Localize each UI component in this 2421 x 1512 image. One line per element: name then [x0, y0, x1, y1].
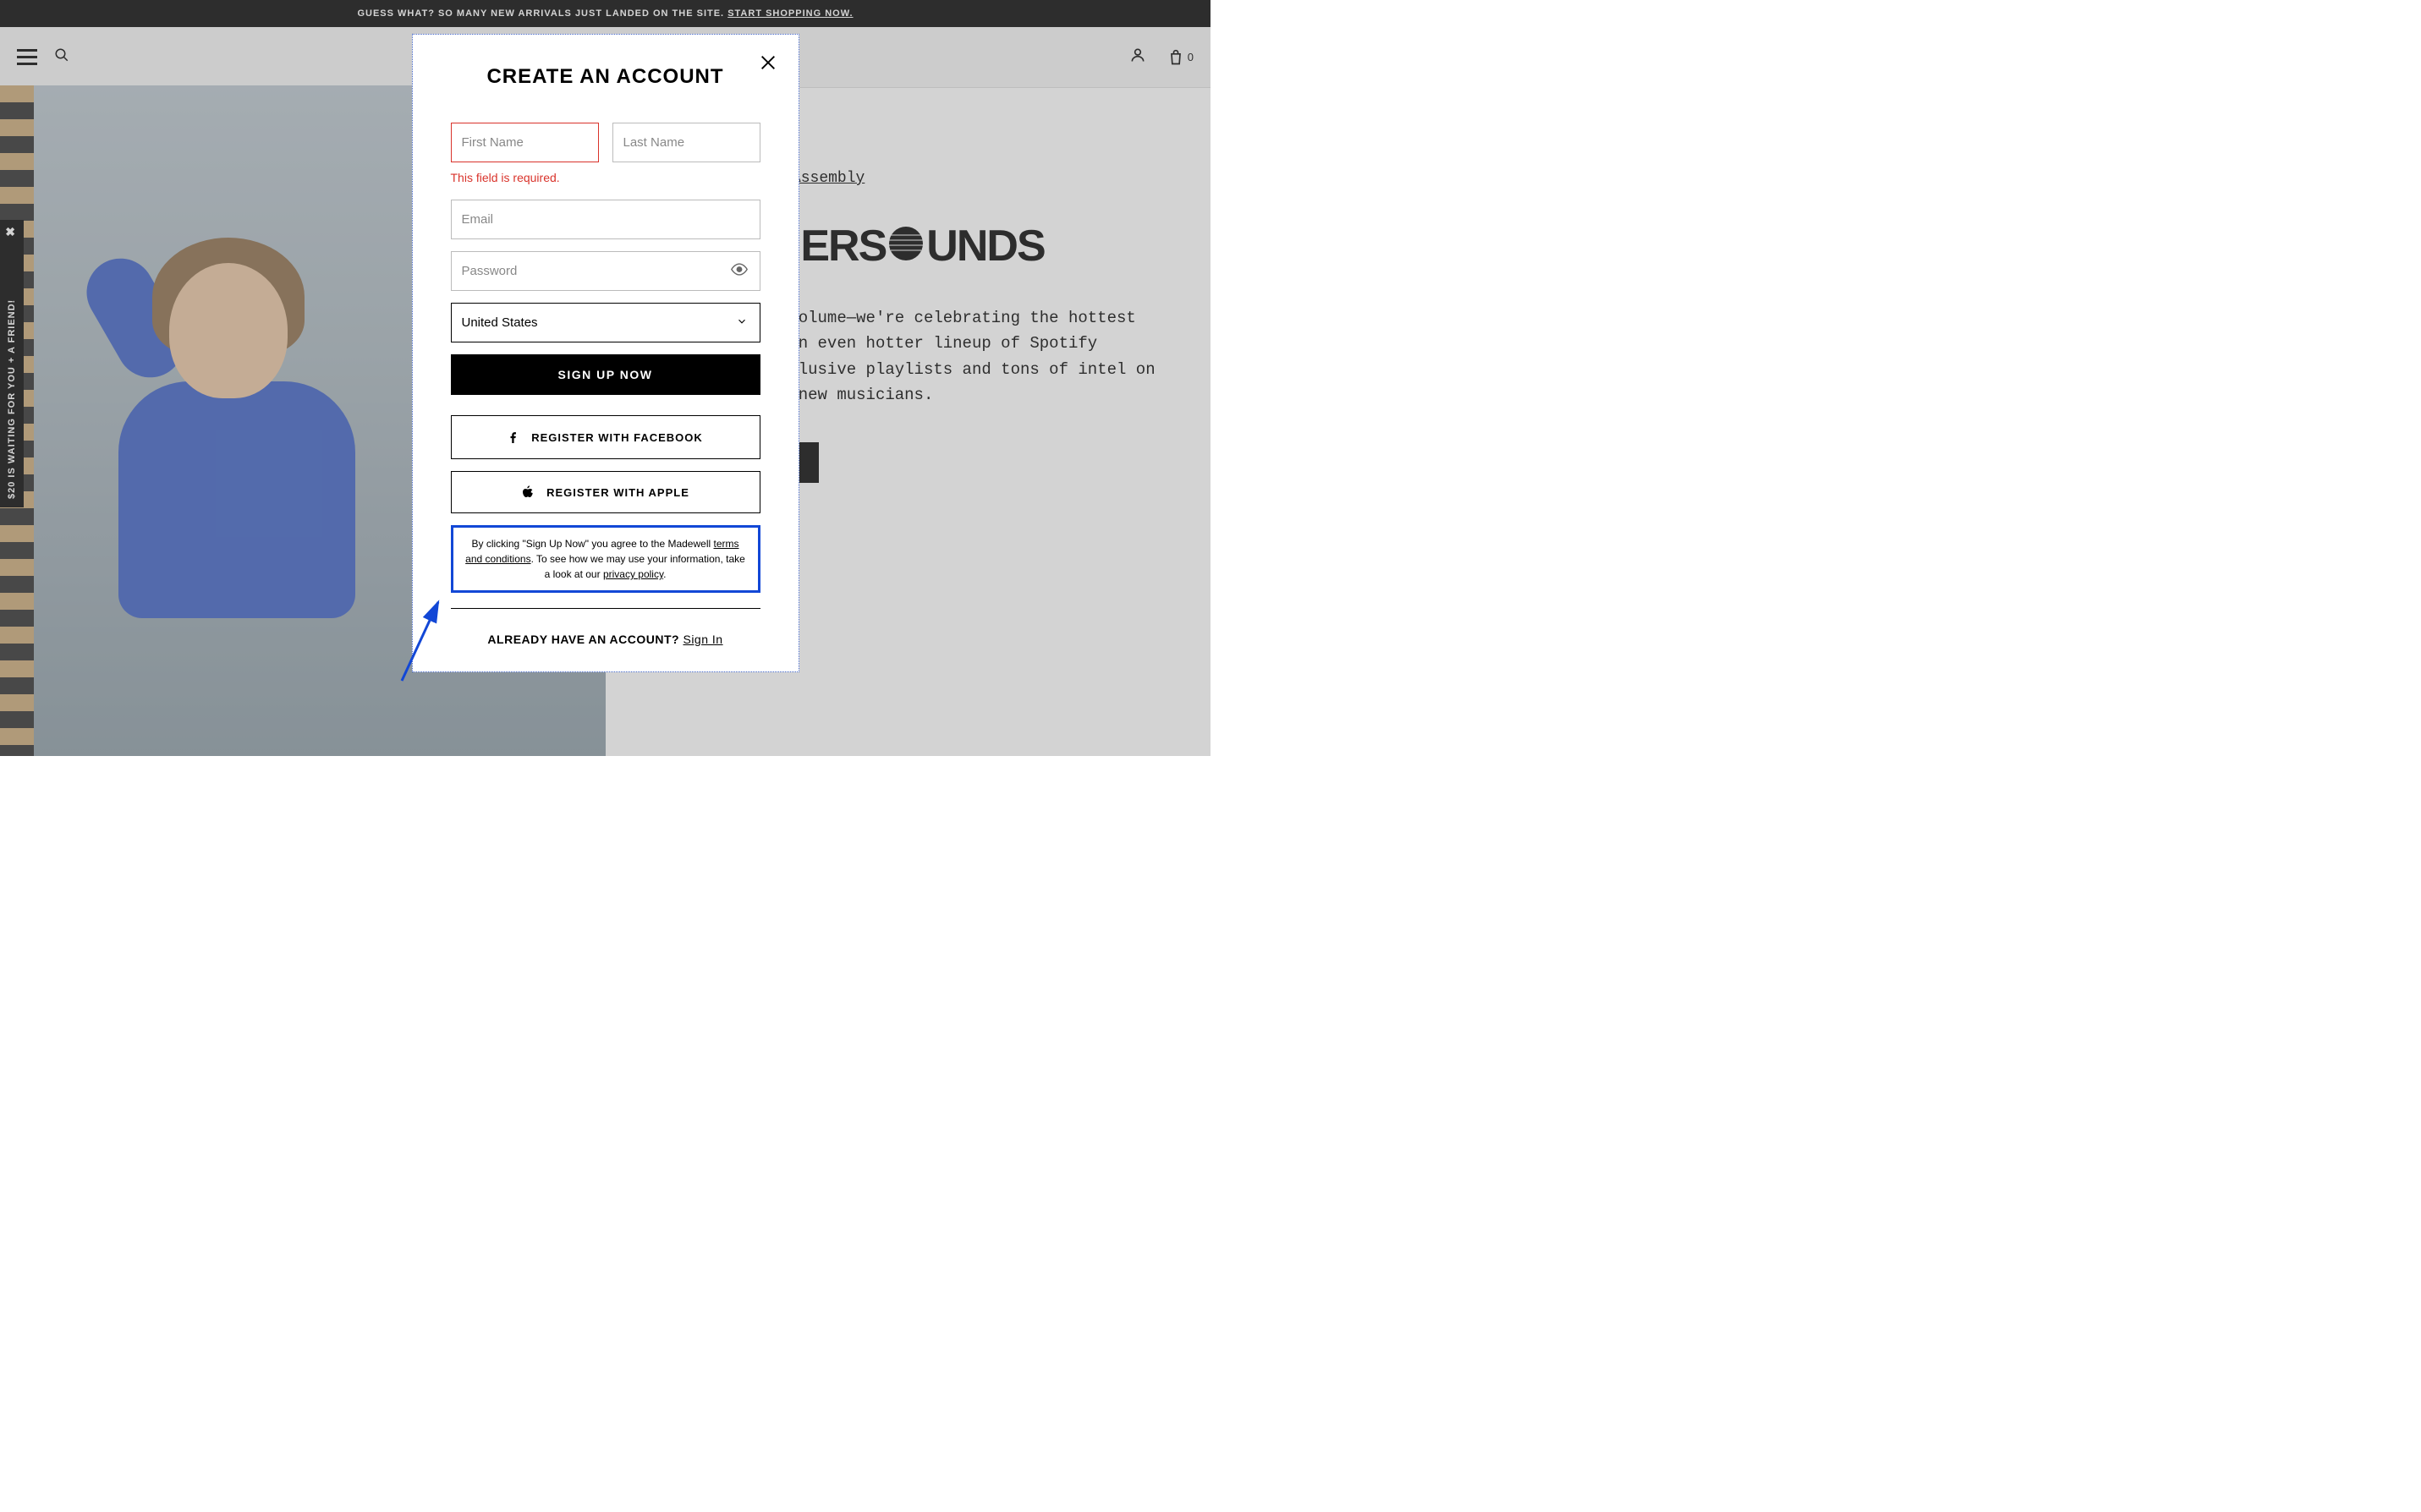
country-select[interactable]: United States — [451, 303, 760, 342]
register-facebook-button[interactable]: REGISTER WITH FACEBOOK — [451, 415, 760, 459]
last-name-field[interactable] — [612, 123, 760, 162]
close-icon[interactable] — [759, 53, 777, 76]
chevron-down-icon — [736, 315, 748, 331]
facebook-icon — [508, 428, 519, 446]
register-apple-button[interactable]: REGISTER WITH APPLE — [451, 471, 760, 513]
show-password-icon[interactable] — [730, 260, 749, 282]
create-account-modal: CREATE AN ACCOUNT This field is required… — [412, 34, 799, 672]
country-value: United States — [462, 315, 538, 330]
sign-up-button[interactable]: SIGN UP NOW — [451, 354, 760, 395]
divider — [451, 608, 760, 609]
privacy-link[interactable]: privacy policy — [603, 568, 663, 580]
apple-icon — [521, 484, 535, 501]
password-field[interactable] — [451, 251, 760, 291]
sign-in-link[interactable]: Sign In — [683, 633, 722, 646]
apple-button-label: REGISTER WITH APPLE — [546, 486, 689, 499]
already-have-account: ALREADY HAVE AN ACCOUNT? Sign In — [451, 633, 760, 646]
fb-button-label: REGISTER WITH FACEBOOK — [531, 431, 703, 444]
field-error-text: This field is required. — [451, 171, 760, 184]
legal-disclaimer: By clicking "Sign Up Now" you agree to t… — [451, 525, 760, 593]
modal-title: CREATE AN ACCOUNT — [413, 35, 799, 123]
email-field[interactable] — [451, 200, 760, 239]
first-name-field[interactable] — [451, 123, 599, 162]
